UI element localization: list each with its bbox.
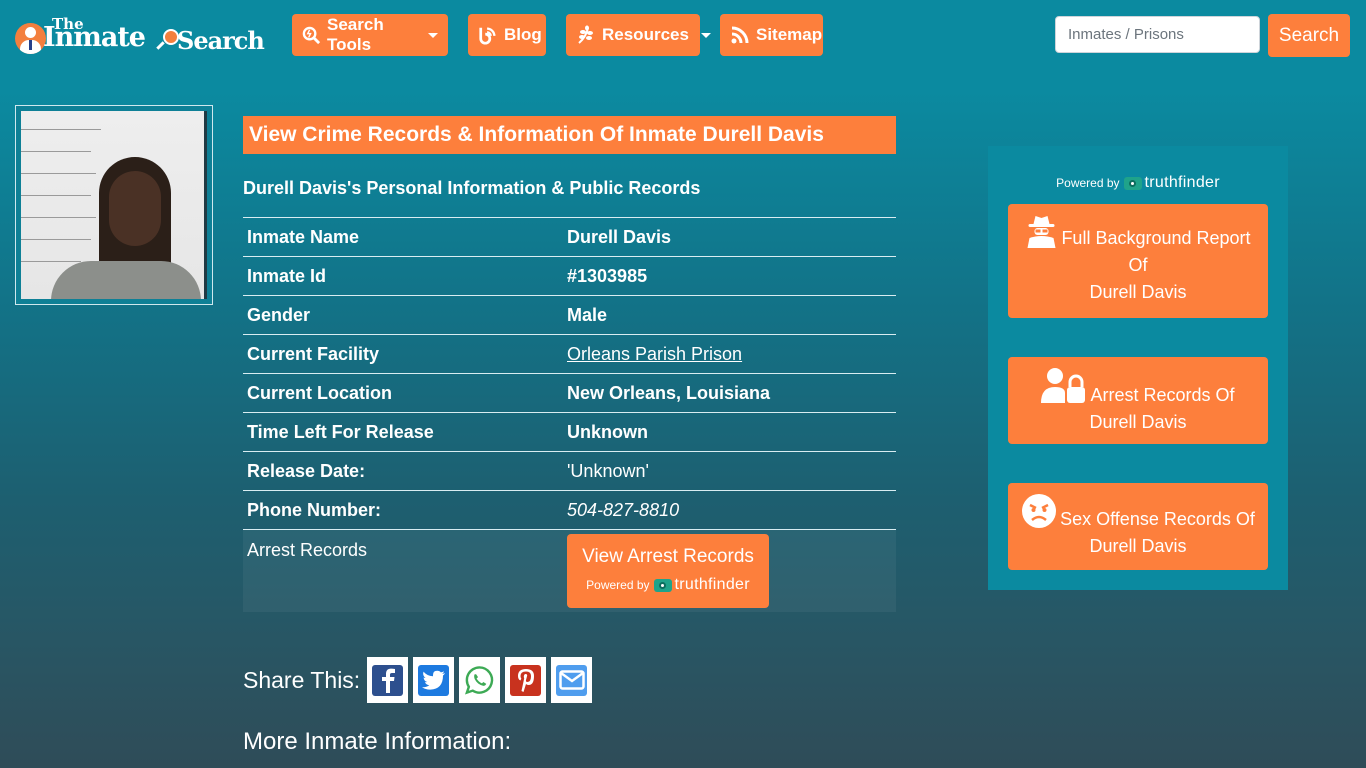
truthfinder-icon: [1123, 176, 1142, 190]
nav-label: Search Tools: [327, 15, 384, 54]
search-tools-icon: [302, 25, 321, 45]
button-line: Durell Davis: [1089, 536, 1187, 556]
facebook-icon: [372, 664, 404, 696]
share-pinterest-button[interactable]: [505, 657, 547, 703]
row-value: Durell Davis: [567, 226, 672, 247]
row-value: Male: [567, 304, 608, 325]
inmate-avatar-icon: [15, 23, 46, 54]
share-bar: Share This:: [243, 657, 593, 703]
row-value: #1303985: [567, 265, 648, 286]
powered-by: Powered by truthfinder: [586, 576, 750, 594]
sex-offense-records-button[interactable]: Sex Offense Records Of Durell Davis: [1008, 483, 1268, 570]
row-label: Inmate Id: [247, 265, 327, 286]
arrest-records-button[interactable]: Arrest Records Of Durell Davis: [1008, 357, 1268, 444]
facility-link[interactable]: Orleans Parish Prison: [567, 344, 742, 364]
button-line: Full Background Report: [1061, 228, 1251, 248]
inmate-photo-frame: [15, 105, 213, 305]
row-label: Arrest Records: [247, 540, 368, 560]
share-label: Share This:: [243, 666, 361, 693]
row-label: Gender: [247, 304, 311, 325]
twitter-icon: [418, 664, 450, 696]
row-label: Current Location: [247, 382, 393, 403]
inmate-photo: [21, 111, 207, 299]
site-logo[interactable]: The Inmate Search: [15, 15, 270, 56]
rss-icon: [730, 25, 750, 45]
nav-label: Sitemap: [756, 25, 823, 44]
page-title: View Crime Records & Information Of Inma…: [243, 116, 896, 154]
chevron-down-icon: [700, 32, 711, 38]
table-row: Inmate Id #1303985: [243, 256, 896, 296]
row-label: Inmate Name: [247, 226, 360, 247]
button-line: Durell Davis: [1089, 282, 1187, 302]
share-twitter-button[interactable]: [413, 657, 455, 703]
nav-label: Blog: [504, 25, 542, 44]
row-value: New Orleans, Louisiana: [567, 382, 771, 403]
button-line: Sex Offense Records Of: [1060, 509, 1255, 529]
table-row: Phone Number: 504-827-8810: [243, 490, 896, 530]
truthfinder-icon: [653, 578, 672, 592]
powered-by-label: Powered by: [586, 578, 650, 592]
magnifier-handle: [156, 41, 165, 50]
row-label: Phone Number:: [247, 499, 382, 520]
nav-search-tools[interactable]: Search Tools: [292, 14, 448, 56]
blog-icon: [478, 25, 498, 45]
full-background-report-button[interactable]: Full Background Report Of Durell Davis: [1008, 204, 1268, 318]
nav-label: Resources: [602, 25, 689, 44]
table-row: Time Left For Release Unknown: [243, 412, 896, 452]
chevron-down-icon: [428, 32, 438, 38]
sidebar-panel: Powered by truthfinder Full Background R…: [988, 146, 1288, 590]
pinterest-icon: [510, 664, 542, 696]
row-label: Time Left For Release: [247, 421, 434, 442]
site-header: The Inmate Search Search Tools Blog Reso…: [0, 0, 1366, 72]
share-email-button[interactable]: [551, 657, 593, 703]
sidebar-powered-by: Powered by truthfinder: [988, 174, 1288, 192]
angry-face-icon: [1022, 494, 1057, 528]
table-row: Release Date: 'Unknown': [243, 451, 896, 491]
table-row: Gender Male: [243, 295, 896, 335]
nav-blog[interactable]: Blog: [468, 14, 546, 56]
truthfinder-wordmark: truthfinder: [1144, 174, 1220, 191]
search-input[interactable]: [1055, 16, 1260, 53]
button-line: Of: [1128, 255, 1148, 275]
arrest-button-label: View Arrest Records: [582, 546, 754, 567]
button-line: Arrest Records Of: [1090, 385, 1235, 405]
row-value: Unknown: [567, 421, 648, 442]
inmate-info-table: Inmate Name Durell Davis Inmate Id #130398…: [243, 217, 896, 612]
powered-by-label: Powered by: [1056, 176, 1120, 190]
truthfinder-logo: truthfinder: [1123, 174, 1220, 192]
logo-inmate: Inmate: [43, 22, 146, 53]
nav-resources[interactable]: Resources: [566, 14, 711, 56]
row-label: Current Facility: [247, 343, 380, 364]
table-row: Inmate Name Durell Davis: [243, 217, 896, 257]
table-row-arrest: Arrest Records View Arrest Records Power…: [243, 529, 896, 612]
table-row: Current Facility Orleans Parish Prison: [243, 334, 896, 374]
truthfinder-wordmark: truthfinder: [674, 576, 750, 593]
whatsapp-icon: [464, 665, 495, 696]
email-icon: [556, 664, 588, 696]
share-whatsapp-button[interactable]: [459, 657, 501, 703]
table-row: Current Location New Orleans, Louisiana: [243, 373, 896, 413]
button-line: Durell Davis: [1089, 412, 1187, 432]
row-value: 'Unknown': [567, 460, 649, 481]
logo-search: Search: [177, 26, 265, 55]
share-facebook-button[interactable]: [367, 657, 409, 703]
phone-number[interactable]: 504-827-8810: [563, 491, 896, 530]
nav-sitemap[interactable]: Sitemap: [720, 14, 823, 56]
more-inmate-info-heading: More Inmate Information:: [243, 728, 512, 755]
search-button[interactable]: Search: [1268, 14, 1350, 57]
view-arrest-records-button[interactable]: View Arrest Records Powered by truthfind…: [567, 534, 769, 608]
spy-icon: [1027, 216, 1056, 248]
user-lock-icon: [1041, 368, 1086, 403]
row-label: Release Date:: [247, 460, 366, 481]
leaf-icon: [576, 25, 596, 45]
section-subtitle: Durell Davis's Personal Information & Pu…: [243, 178, 701, 198]
truthfinder-logo: truthfinder: [653, 576, 750, 594]
